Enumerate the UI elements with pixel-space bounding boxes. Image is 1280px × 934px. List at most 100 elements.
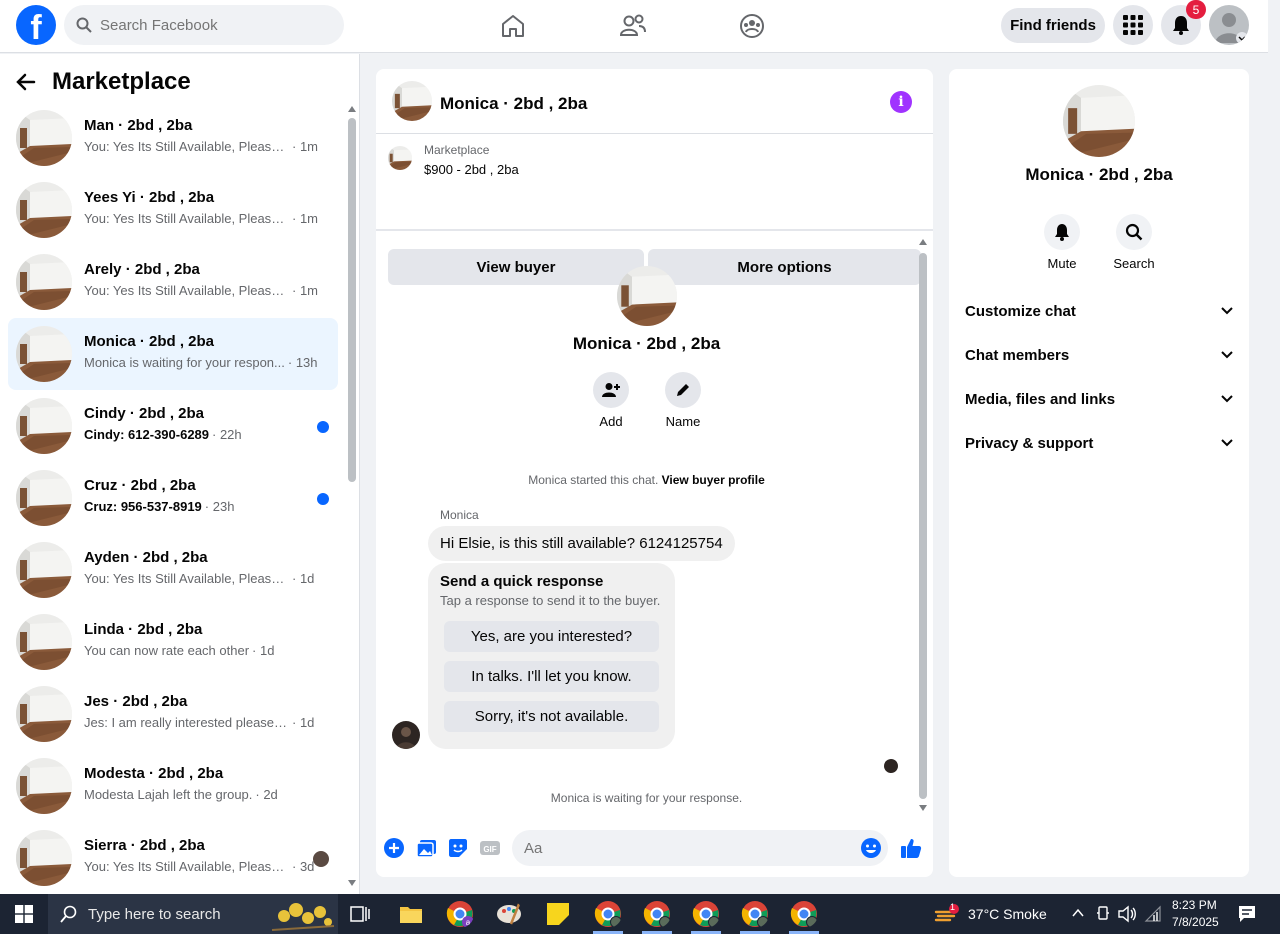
message-field[interactable] [512, 830, 888, 866]
conversation-name: Modesta · 2bd , 2ba [84, 765, 224, 782]
windows-taskbar: Type here to search a 1 37°C Smoke 8:23 … [0, 894, 1280, 934]
photo-icon[interactable] [416, 837, 438, 859]
chat-title[interactable]: Monica · 2bd , 2ba [440, 94, 587, 114]
conversation-item[interactable]: Man · 2bd , 2ba You: Yes Its Still Avail… [8, 102, 338, 174]
info-avatar [1063, 85, 1135, 157]
device-icon[interactable] [1096, 905, 1110, 923]
thumbs-up-icon[interactable] [900, 837, 922, 859]
conversation-item[interactable]: Sierra · 2bd , 2ba You: Yes Its Still Av… [8, 822, 338, 894]
scroll-down-arrow-icon[interactable] [919, 805, 927, 811]
add-action[interactable]: Add [592, 372, 630, 429]
conversation-name: Cindy · 2bd , 2ba [84, 405, 205, 422]
info-icon[interactable]: i [890, 91, 912, 113]
name-action[interactable]: Name [664, 372, 702, 429]
conversation-name: Ayden · 2bd , 2ba [84, 549, 208, 566]
message-time: · 1m [292, 211, 318, 226]
search-input[interactable] [100, 16, 320, 34]
message-input[interactable] [524, 839, 844, 857]
taskbar-search[interactable]: Type here to search [48, 894, 338, 934]
weather-smoke-icon[interactable] [934, 904, 960, 924]
quick-response-option[interactable]: In talks. I'll let you know. [444, 661, 659, 692]
chat-thumbnail[interactable] [392, 81, 432, 121]
notification-center-icon[interactable] [1238, 905, 1256, 923]
quick-response-subtitle: Tap a response to send it to the buyer. [440, 593, 661, 608]
scroll-up-arrow-icon[interactable] [919, 239, 927, 245]
customize-chat-section[interactable]: Customize chat [957, 289, 1241, 333]
quick-response-option[interactable]: Sorry, it's not available. [444, 701, 659, 732]
privacy-support-section[interactable]: Privacy & support [957, 421, 1241, 465]
message-preview: You: Yes Its Still Available, Please S..… [84, 283, 289, 298]
groups-icon[interactable] [738, 12, 766, 40]
friends-icon[interactable] [619, 12, 647, 40]
listing-thumbnail [16, 758, 72, 814]
conversation-item[interactable]: Yees Yi · 2bd , 2ba You: Yes Its Still A… [8, 174, 338, 246]
message-scroll-thumb[interactable] [919, 253, 927, 799]
facebook-logo[interactable]: f [16, 5, 56, 45]
emoji-icon[interactable] [860, 837, 882, 859]
chrome-profile-icon[interactable] [741, 900, 769, 928]
conversation-item-active[interactable]: Monica · 2bd , 2ba Monica is waiting for… [8, 318, 338, 390]
scroll-up-arrow-icon[interactable] [348, 106, 356, 112]
incoming-message-bubble[interactable]: Hi Elsie, is this still available? 61241… [428, 526, 735, 561]
sticker-icon[interactable] [447, 837, 469, 859]
chrome-profile-icon[interactable] [790, 900, 818, 928]
listing-card: Marketplace $900 - 2bd , 2ba View buyer … [376, 134, 933, 285]
chrome-profile-icon[interactable] [692, 900, 720, 928]
network-icon[interactable] [1144, 905, 1162, 923]
conversation-item[interactable]: Jes · 2bd , 2ba Jes: I am really interes… [8, 678, 338, 750]
conversation-item[interactable]: Ayden · 2bd , 2ba You: Yes Its Still Ava… [8, 534, 338, 606]
sender-avatar [392, 721, 420, 749]
conversation-item[interactable]: Modesta · 2bd , 2ba Modesta Lajah left t… [8, 750, 338, 822]
chevron-up-icon[interactable] [1072, 908, 1084, 918]
menu-grid-button[interactable] [1113, 5, 1153, 45]
conversation-item[interactable]: Cruz · 2bd , 2ba Cruz: 956-537-8919 · 23h [8, 462, 338, 534]
find-friends-button[interactable]: Find friends [1001, 8, 1105, 43]
volume-icon[interactable] [1117, 905, 1137, 923]
clock-time[interactable]: 8:23 PM [1172, 898, 1217, 912]
page-title: Marketplace [52, 68, 191, 95]
sidebar-scroll-thumb[interactable] [348, 118, 356, 482]
listing-price: $900 - 2bd , 2ba [424, 162, 519, 177]
conversation-name: Yees Yi · 2bd , 2ba [84, 189, 215, 206]
section-label: Media, files and links [965, 390, 1116, 408]
search-box[interactable] [64, 5, 344, 45]
sidebar-scrollbar[interactable] [346, 104, 358, 888]
conversation-info-panel: Monica · 2bd , 2ba Mute Search Customize… [949, 69, 1249, 877]
message-scrollbar[interactable] [917, 239, 929, 814]
quick-response-option[interactable]: Yes, are you interested? [444, 621, 659, 652]
search-action[interactable]: Search [1104, 214, 1164, 271]
chrome-profile-icon[interactable] [594, 900, 622, 928]
message-preview: Monica is waiting for your respon... [84, 355, 285, 370]
back-arrow-icon[interactable] [16, 72, 36, 92]
message-preview: Cruz: 956-537-8919 [84, 499, 202, 514]
mute-action[interactable]: Mute [1032, 214, 1092, 271]
plus-circle-icon[interactable] [383, 837, 405, 859]
message-preview: Jes: I am really interested please let..… [84, 715, 289, 730]
file-explorer-icon[interactable] [399, 903, 423, 925]
conversation-name: Arely · 2bd , 2ba [84, 261, 200, 278]
conversation-item[interactable]: Linda · 2bd , 2ba You can now rate each … [8, 606, 338, 678]
media-files-links-section[interactable]: Media, files and links [957, 377, 1241, 421]
message-time: · 1d [252, 643, 275, 658]
chrome-profile-a-icon[interactable]: a [446, 900, 474, 928]
read-receipt-avatar [313, 851, 329, 867]
clock-date[interactable]: 7/8/2025 [1172, 915, 1219, 929]
conversation-item[interactable]: Cindy · 2bd , 2ba Cindy: 612-390-6289 · 2… [8, 390, 338, 462]
sticky-notes-icon[interactable] [544, 900, 572, 928]
task-view-icon[interactable] [350, 904, 370, 924]
chat-started-note: Monica started this chat. View buyer pro… [376, 473, 917, 487]
quick-response-card: Send a quick response Tap a response to … [428, 563, 675, 749]
profile-avatar[interactable] [1209, 5, 1249, 45]
home-icon[interactable] [499, 12, 527, 40]
scroll-down-arrow-icon[interactable] [348, 880, 356, 886]
page-scrollbar[interactable] [1268, 0, 1280, 894]
chat-members-section[interactable]: Chat members [957, 333, 1241, 377]
gif-icon[interactable]: GIF [479, 837, 501, 859]
windows-start-icon[interactable] [15, 905, 33, 923]
weather-text[interactable]: 37°C Smoke [968, 906, 1047, 922]
paint-app-icon[interactable] [495, 900, 523, 928]
conversation-item[interactable]: Arely · 2bd , 2ba You: Yes Its Still Ava… [8, 246, 338, 318]
chrome-profile-icon[interactable] [643, 900, 671, 928]
view-buyer-profile-link[interactable]: View buyer profile [662, 473, 765, 487]
unread-dot [317, 493, 329, 505]
